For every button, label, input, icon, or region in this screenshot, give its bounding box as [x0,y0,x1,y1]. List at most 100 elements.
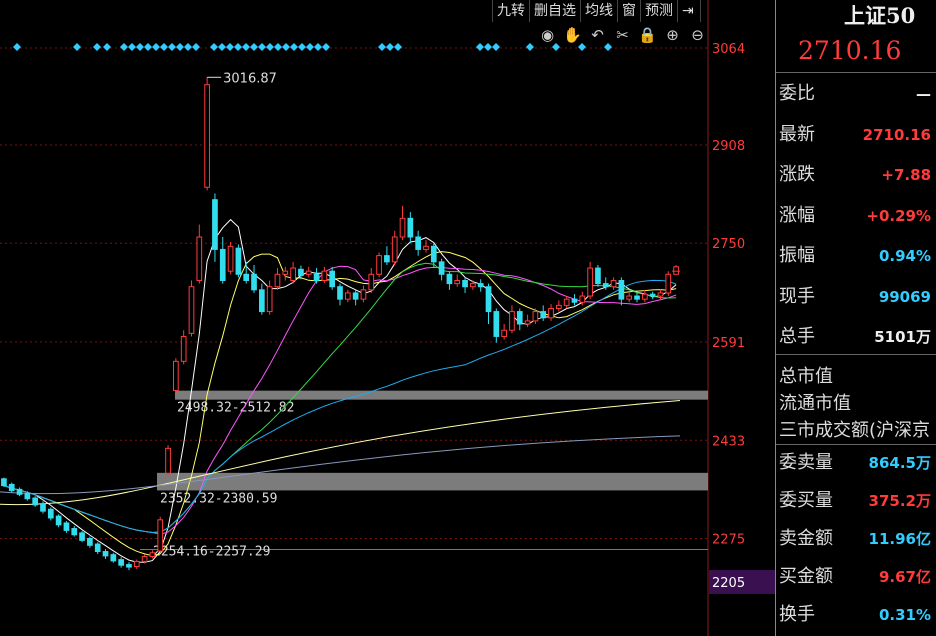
signal-diamond-icon [144,43,152,51]
signal-diamond-icon [226,43,234,51]
candle-body [587,267,593,297]
quote-row: 振幅 0.94% [779,237,936,275]
zoom-out-icon[interactable]: ⊖ [686,26,709,44]
hand-icon[interactable]: ✋ [561,26,584,44]
candle-body [470,283,476,288]
candle-body [298,268,304,277]
candle-body [438,261,445,275]
divider [776,354,936,355]
candle-body [266,286,273,313]
candle-body [610,279,617,288]
signal-diamond-icon [136,43,144,51]
scissors-icon[interactable]: ✂ [611,26,634,44]
candle-body [219,248,226,281]
candle-body [305,270,312,275]
candle-body [188,286,195,334]
signal-diamond-icon [526,43,534,51]
tb-forecast-button[interactable]: 预测 [641,0,678,22]
three-market-turnover-label: 三市成交额(沪深京 [779,420,931,441]
lock-icon[interactable]: 🔒 [636,26,659,44]
candle-body [63,522,70,531]
signal-diamond-icon [322,43,330,51]
undo-icon[interactable]: ↶ [586,26,609,44]
tb-nine-turn-button[interactable]: 九转 [493,0,530,22]
candle-body [329,270,336,288]
candle-body [563,298,570,306]
quote-row-label: 最新 [779,123,815,145]
candle-body [126,564,132,568]
candle-body [399,217,406,238]
quote-row-value: 9.67亿 [878,568,931,586]
quote-row: 委卖量 864.5万 [779,444,936,482]
quote-row-label: 换手 [779,604,815,625]
candle-body [157,519,164,552]
signal-diamond-icon [160,43,168,51]
candle-body [282,270,289,275]
tb-moving-average-button[interactable]: 均线 [581,0,618,22]
quote-row-label: 涨跌 [779,164,815,185]
candle-body [16,488,23,495]
quote-row-value: 5101万 [874,328,931,346]
quote-row-label: 涨幅 [779,204,815,226]
quote-row-value: 2710.16 [862,125,931,144]
candle-body [665,273,672,294]
candle-body [251,273,257,291]
candle-body [47,508,54,519]
candle-body [556,304,562,309]
candle-body [493,311,500,337]
quote-row-value: 864.5万 [868,454,931,472]
quote-row: 买金额 9.67亿 [779,558,936,596]
candle-body [290,267,296,281]
collapse-arrow-icon[interactable]: ⇥ [678,0,701,22]
candle-body [87,537,93,546]
y-tick-label: 2433 [712,434,745,449]
candle-body [32,497,39,506]
tb-delete-watchlist-button[interactable]: 删自选 [530,0,581,22]
candle-body [118,559,124,566]
candle-body [384,255,390,263]
candle-body [407,217,414,238]
y-tick-label: 2750 [712,237,745,252]
candle-body [462,279,468,288]
signal-diamond-icon [242,43,250,51]
candle-body [71,528,78,536]
signal-diamond-icon [152,43,160,51]
signal-diamond-icon [266,43,274,51]
index-title: 上证50 [844,3,916,28]
divider [776,72,936,73]
eye-icon[interactable]: ◉ [536,26,559,44]
candle-body [8,483,15,492]
candle-body [446,273,453,285]
candle-body [657,292,664,297]
candle-body [40,503,46,512]
candle-body [110,554,117,562]
chart-toolbar: 九转 删自选 均线 窗 预测 ⇥ [492,0,701,22]
signal-diamond-icon [484,43,492,51]
candlestick-chart[interactable]: 3064 2908 2750 2591 2433 2275 2205 2498.32-2512… [0,0,775,636]
quote-row-value: +0.29% [866,206,931,225]
quote-row: 委比 — [779,75,936,113]
candle-body [626,295,633,300]
signal-diamond-icon [93,43,101,51]
float-market-value-label: 流通市值 [779,393,851,414]
signal-diamond-icon [306,43,314,51]
candle-body [595,267,601,285]
signal-diamond-icon [184,43,192,51]
quote-row: 最新 2710.16 [779,116,936,154]
quote-row: 换手 0.31% [779,596,936,634]
tb-window-button[interactable]: 窗 [618,0,641,22]
signal-diamond-icon [274,43,282,51]
quote-row-value: 99069 [878,287,931,306]
candle-body [133,560,140,567]
candle-body [673,266,679,275]
quote-row-value: 0.31% [878,606,931,624]
zoom-in-icon[interactable]: ⊕ [661,26,684,44]
candle-body [524,320,531,325]
gap-label: 2254.16-2257.29 [153,544,270,559]
candle-body [235,247,242,275]
candle-body [391,236,398,263]
candle-body [548,307,554,319]
signal-diamond-icon [552,43,560,51]
signal-diamond-icon [386,43,394,51]
ma60-line [3,279,677,534]
